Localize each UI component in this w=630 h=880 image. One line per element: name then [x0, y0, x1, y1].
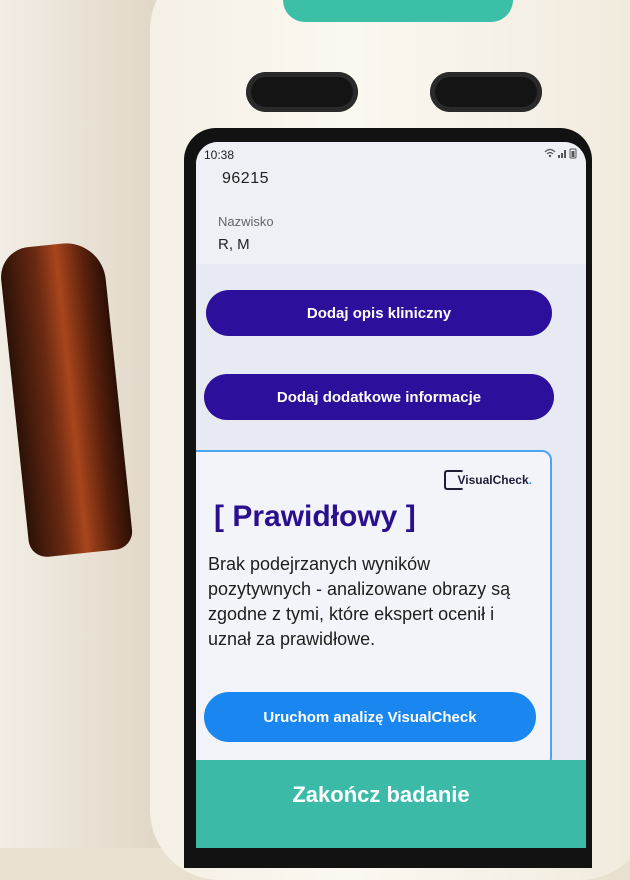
surname-value: R, M — [218, 236, 250, 253]
device-slot-left — [246, 72, 358, 112]
result-description: Brak podejrzanych wyników pozytywnych - … — [208, 554, 511, 649]
app-screen: 10:38 96215 Nazwisko R, M Dodaj opis kli… — [196, 142, 586, 848]
visualcheck-logo: VisualCheck. — [443, 470, 532, 490]
result-title: [ Prawidłowy ] — [214, 500, 416, 533]
logo-text: VisualCheck — [457, 473, 529, 487]
surname-label: Nazwisko — [218, 214, 274, 229]
wifi-signal-battery-icon — [544, 148, 577, 159]
run-visualcheck-button[interactable]: Uruchom analizę VisualCheck — [204, 692, 536, 742]
finish-exam-bar[interactable]: Zakończ badanie — [196, 760, 586, 848]
patient-id: 96215 — [222, 170, 269, 187]
status-icons — [544, 147, 578, 162]
patient-header — [196, 142, 586, 264]
device-top-cap — [283, 0, 513, 22]
add-clinical-description-button[interactable]: Dodaj opis kliniczny — [206, 290, 552, 336]
finish-exam-label: Zakończ badanie — [292, 782, 470, 807]
logo-dot: . — [528, 473, 532, 487]
device-slot-right — [430, 72, 542, 112]
analysis-result-card: VisualCheck. [ Prawidłowy ] Brak podejrz… — [196, 450, 552, 768]
add-additional-info-button[interactable]: Dodaj dodatkowe informacje — [204, 374, 554, 420]
status-time: 10:38 — [204, 148, 235, 162]
